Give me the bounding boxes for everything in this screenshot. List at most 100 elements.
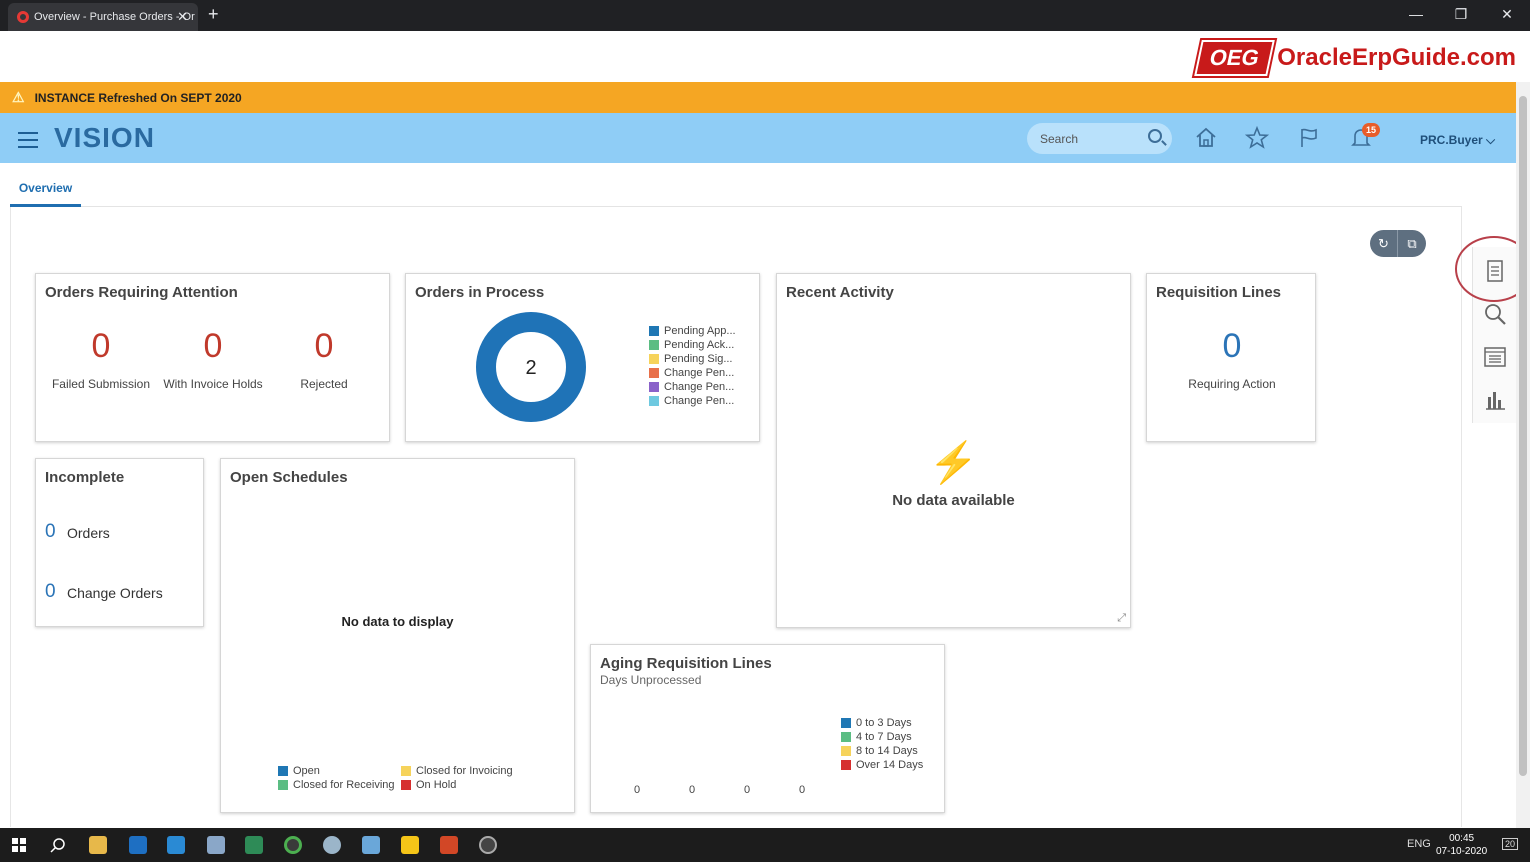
aging-value-label: 0 (799, 784, 805, 796)
tab-close-icon[interactable]: ✕ (177, 9, 188, 25)
refresh-icon[interactable]: ↻ (1370, 230, 1398, 257)
user-menu[interactable]: PRC.Buyer ⌵ (1420, 133, 1495, 148)
aging-value-label: 0 (744, 784, 750, 796)
card-title: Orders in Process (415, 284, 545, 301)
legend-item[interactable]: 4 to 7 Days (841, 731, 912, 743)
incomplete-card: Incomplete 0 Orders 0 Change Orders (35, 458, 204, 627)
card-title: Incomplete (45, 469, 125, 486)
legend-item[interactable]: Change Pen... (649, 381, 734, 393)
aging-bar-chart: 0 0 0 0 (634, 784, 805, 796)
minimize-button[interactable]: — (1406, 6, 1426, 22)
invoice-holds-label: With Invoice Holds (163, 377, 263, 391)
dashboard-toolbar: ↻ ⧉ (1370, 230, 1426, 257)
card-title: Requisition Lines (1156, 284, 1282, 301)
card-title: Recent Activity (786, 284, 894, 301)
aging-value-label: 0 (689, 784, 695, 796)
legend-item[interactable]: Over 14 Days (841, 759, 923, 771)
rejected-label: Rejected (300, 377, 348, 391)
powerpoint-icon[interactable] (440, 836, 458, 854)
search-icon[interactable] (1148, 129, 1162, 143)
incomplete-orders-label[interactable]: Orders (67, 525, 110, 541)
legend-item[interactable]: Pending Sig... (649, 353, 733, 365)
notifications-badge[interactable]: 15 (1362, 123, 1381, 137)
outlook-icon[interactable] (129, 836, 147, 854)
oracle-favicon-icon (17, 11, 29, 23)
oeg-logo-text: OracleErpGuide.com (1277, 44, 1516, 71)
orders-donut-chart[interactable]: 2 (474, 310, 588, 424)
clock-date: 07-10-2020 (1436, 846, 1488, 857)
sticky-notes-icon[interactable] (401, 836, 419, 854)
orders-requiring-attention-card: Orders Requiring Attention 0 Failed Subm… (35, 273, 390, 442)
favorites-star-icon[interactable] (1245, 126, 1269, 150)
windows-start-icon[interactable] (12, 838, 26, 852)
failed-submission-label: Failed Submission (51, 377, 151, 391)
requisition-lines-card: Requisition Lines 0 Requiring Action (1146, 273, 1316, 442)
settings-app-icon[interactable] (479, 836, 497, 854)
system-clock[interactable]: 00:45 07-10-2020 (1436, 832, 1487, 858)
browser-titlebar: Overview - Purchase Orders - Or ✕ + — ❐ … (0, 0, 1530, 31)
oeg-logo-box: OEG (1194, 40, 1276, 76)
failed-submission-count[interactable]: 0 (56, 327, 146, 366)
browser-tab-title: Overview - Purchase Orders - Or (34, 11, 195, 23)
expand-icon[interactable]: ⤢ (1117, 612, 1126, 625)
invoice-holds-count[interactable]: 0 (168, 327, 258, 366)
legend-item[interactable]: Change Pen... (649, 367, 734, 379)
watchlist-flag-icon[interactable] (1297, 126, 1321, 150)
legend-item[interactable]: 8 to 14 Days (841, 745, 918, 757)
list-icon[interactable] (1483, 345, 1507, 369)
no-data-message: No data available (892, 492, 1015, 509)
network-app-icon[interactable] (207, 836, 225, 854)
language-indicator[interactable]: ENG (1407, 838, 1431, 850)
bar-chart-icon[interactable] (1483, 388, 1507, 412)
home-icon[interactable] (1194, 126, 1218, 150)
search-input[interactable]: Search (1027, 123, 1172, 154)
legend-item[interactable]: Pending Ack... (649, 339, 734, 351)
chrome-icon[interactable] (284, 836, 302, 854)
file-explorer-icon[interactable] (89, 836, 107, 854)
card-subtitle: Days Unprocessed (600, 673, 702, 687)
legend-item[interactable]: Closed for Invoicing (401, 765, 513, 777)
restore-button[interactable]: ❐ (1451, 6, 1471, 23)
rejected-count[interactable]: 0 (279, 327, 369, 366)
open-schedules-card: Open Schedules No data to display Open C… (220, 458, 575, 813)
vision-logo[interactable]: VISION (54, 122, 155, 154)
browser-tab[interactable]: Overview - Purchase Orders - Or ✕ (8, 3, 198, 31)
page-scrollbar[interactable] (1516, 82, 1530, 828)
legend-item[interactable]: Pending App... (649, 325, 736, 337)
donut-center-value: 2 (525, 357, 536, 379)
new-tab-button[interactable]: + (208, 4, 219, 25)
notepad-icon[interactable] (245, 836, 263, 854)
instance-warning-bar: ⚠ INSTANCE Refreshed On SEPT 2020 (0, 82, 1516, 113)
incomplete-orders-count[interactable]: 0 (45, 521, 56, 543)
legend-item[interactable]: 0 to 3 Days (841, 717, 912, 729)
tab-overview[interactable]: Overview (10, 181, 81, 207)
warning-icon: ⚠ (12, 89, 25, 105)
notes-app-icon[interactable] (362, 836, 380, 854)
page-tabs: Overview (10, 163, 1462, 207)
card-title: Aging Requisition Lines (600, 655, 772, 672)
orders-in-process-card: Orders in Process 2 Pending App... Pendi… (405, 273, 760, 442)
requiring-action-label: Requiring Action (1188, 377, 1276, 391)
warning-text: INSTANCE Refreshed On SEPT 2020 (34, 90, 242, 105)
app-header: VISION Search 15 PRC.Buyer ⌵ (0, 113, 1516, 163)
requiring-action-count[interactable]: 0 (1187, 327, 1277, 366)
tool-app-icon[interactable] (323, 836, 341, 854)
scrollbar-thumb[interactable] (1519, 96, 1527, 776)
incomplete-change-orders-count[interactable]: 0 (45, 581, 56, 603)
incomplete-change-orders-label[interactable]: Change Orders (67, 585, 163, 601)
action-center-badge[interactable]: 20 (1502, 838, 1519, 850)
legend-item[interactable]: Change Pen... (649, 395, 734, 407)
search-icon[interactable] (1483, 302, 1507, 326)
legend-item[interactable]: On Hold (401, 779, 456, 791)
copy-icon[interactable]: ⧉ (1398, 230, 1426, 257)
lightning-icon: ⚡ (928, 441, 979, 485)
window-close-button[interactable]: ✕ (1497, 6, 1517, 23)
hamburger-menu-icon[interactable] (18, 132, 38, 153)
search-placeholder: Search (1040, 132, 1079, 146)
windows-taskbar: ENG 00:45 07-10-2020 20 (0, 828, 1530, 862)
site-banner: OEG OracleErpGuide.com (0, 31, 1530, 82)
legend-item[interactable]: Open (278, 765, 320, 777)
legend-item[interactable]: Closed for Receiving (278, 779, 395, 791)
mail-icon[interactable] (167, 836, 185, 854)
taskbar-search-icon[interactable] (50, 837, 66, 853)
